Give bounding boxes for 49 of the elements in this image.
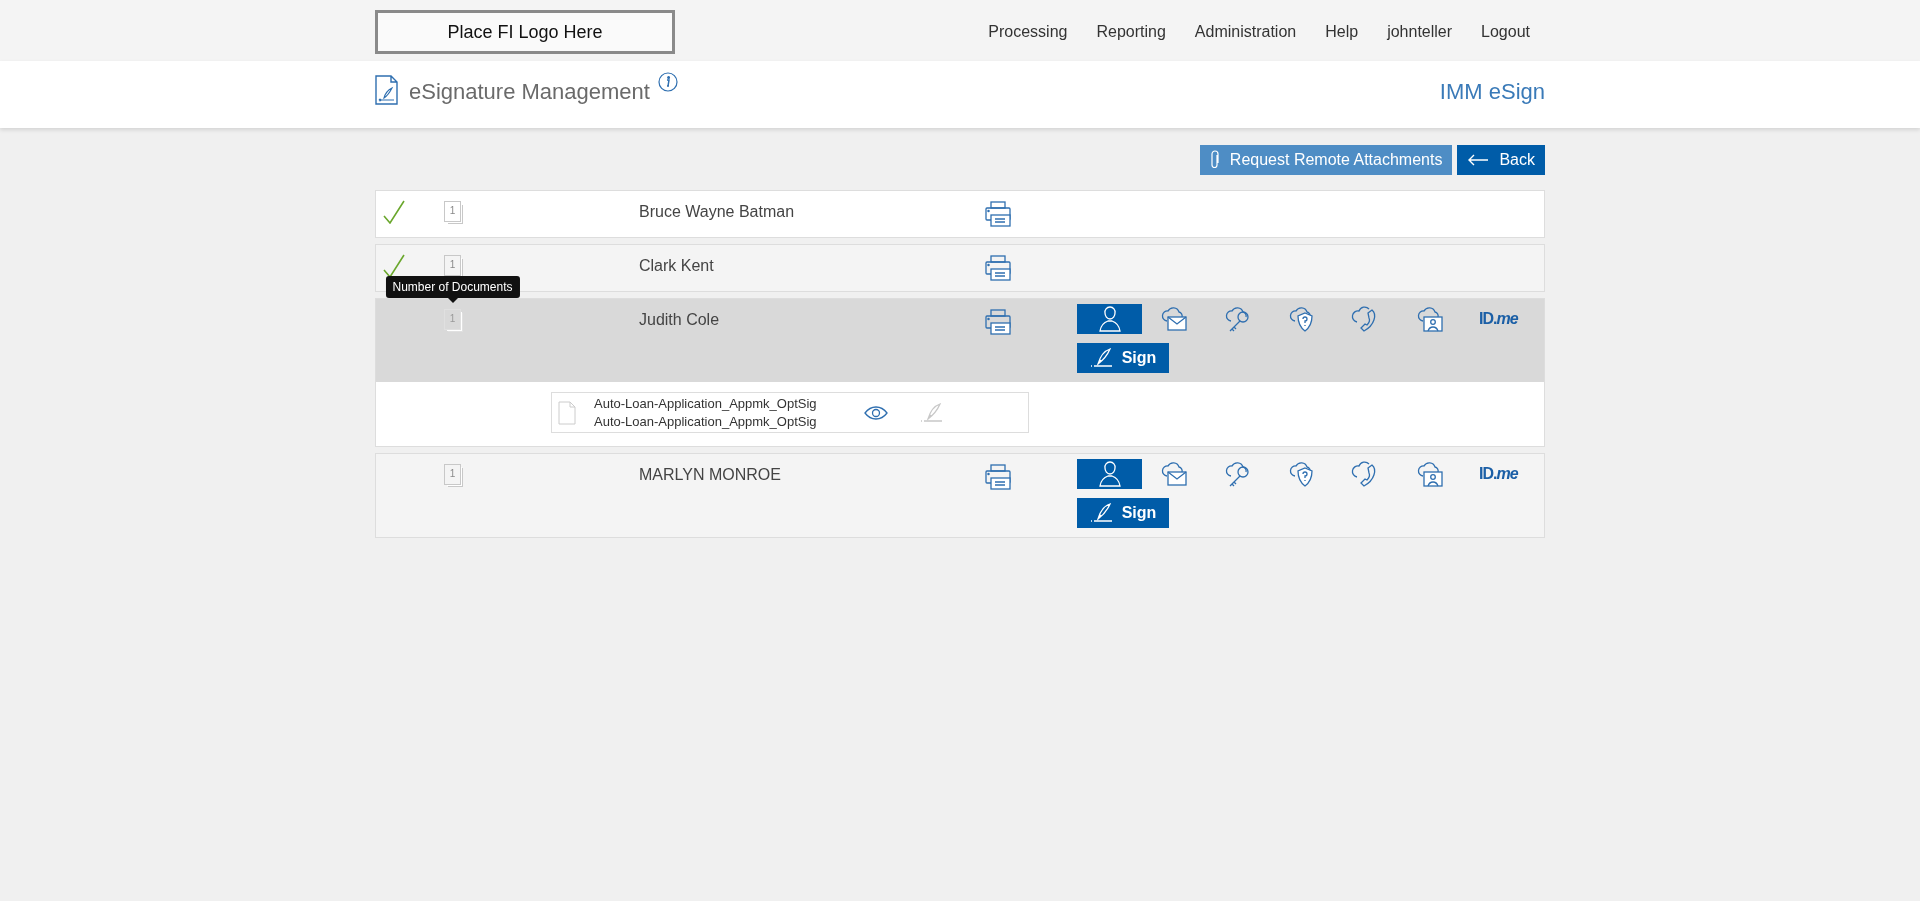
cloud-mail-icon: [1159, 304, 1189, 334]
pen-icon: [1089, 503, 1114, 523]
cloud-mail-icon: [1159, 459, 1189, 489]
document-detail: Auto-Loan-Application_Appmk_OptSig: [594, 412, 818, 431]
recipient-name: Bruce Wayne Batman: [639, 202, 795, 222]
checkmark-icon: [383, 200, 405, 224]
pen-icon: [920, 402, 944, 423]
document-count-icon: 1: [444, 309, 461, 330]
document-count-icon: 1: [444, 201, 461, 222]
recipient-name: MARLYN MONROE: [639, 465, 781, 485]
nav-link[interactable]: Administration: [1194, 23, 1297, 41]
info-icon[interactable]: [657, 72, 678, 92]
arrow-left-icon: [1467, 154, 1490, 166]
document-count-icon: 1: [444, 255, 461, 276]
verification-method-button[interactable]: [1077, 459, 1142, 489]
verification-method-button[interactable]: [1077, 304, 1142, 334]
nav-link[interactable]: Logout: [1481, 23, 1530, 41]
printer-icon[interactable]: [984, 254, 1012, 282]
page-title: eSignature Management: [409, 78, 650, 106]
pen-icon: [1089, 348, 1114, 368]
idme-logo-button[interactable]: ID.me: [1479, 310, 1518, 328]
printer-icon[interactable]: [984, 463, 1012, 491]
document-icon: [558, 400, 576, 425]
recipient-name: Clark Kent: [639, 256, 714, 276]
recipient-name: Judith Cole: [639, 310, 720, 330]
signed-document-icon: [375, 75, 399, 105]
back-button[interactable]: Back: [1457, 145, 1545, 175]
sign-button[interactable]: Sign: [1077, 343, 1169, 373]
tooltip: Number of Documents: [385, 276, 520, 298]
sign-button[interactable]: Sign: [1077, 498, 1169, 528]
cloud-user-screen-icon: [1415, 304, 1445, 334]
nav-link[interactable]: Processing: [988, 23, 1068, 41]
logo-placeholder-text: Place FI Logo Here: [447, 21, 603, 43]
paperclip-icon: [1209, 150, 1220, 170]
idme-logo-button[interactable]: ID.me: [1479, 465, 1518, 483]
printer-icon[interactable]: [984, 200, 1012, 228]
cloud-user-screen-icon: [1415, 459, 1445, 489]
app-name: IMM eSign: [1439, 78, 1545, 106]
nav-link[interactable]: johnteller: [1387, 23, 1453, 41]
nav-link[interactable]: Reporting: [1096, 23, 1166, 41]
tooltip-arrow: [447, 298, 458, 303]
eye-icon: [864, 404, 888, 421]
nav-link[interactable]: Help: [1325, 23, 1359, 41]
document-count-icon: 1: [444, 464, 461, 485]
document-name: Auto-Loan-Application_Appmk_OptSig: [594, 394, 818, 413]
printer-icon[interactable]: [984, 308, 1012, 336]
checkmark-icon: [383, 254, 405, 278]
attachments-button[interactable]: Request Remote Attachments: [1199, 145, 1453, 175]
view-button[interactable]: [864, 404, 888, 421]
